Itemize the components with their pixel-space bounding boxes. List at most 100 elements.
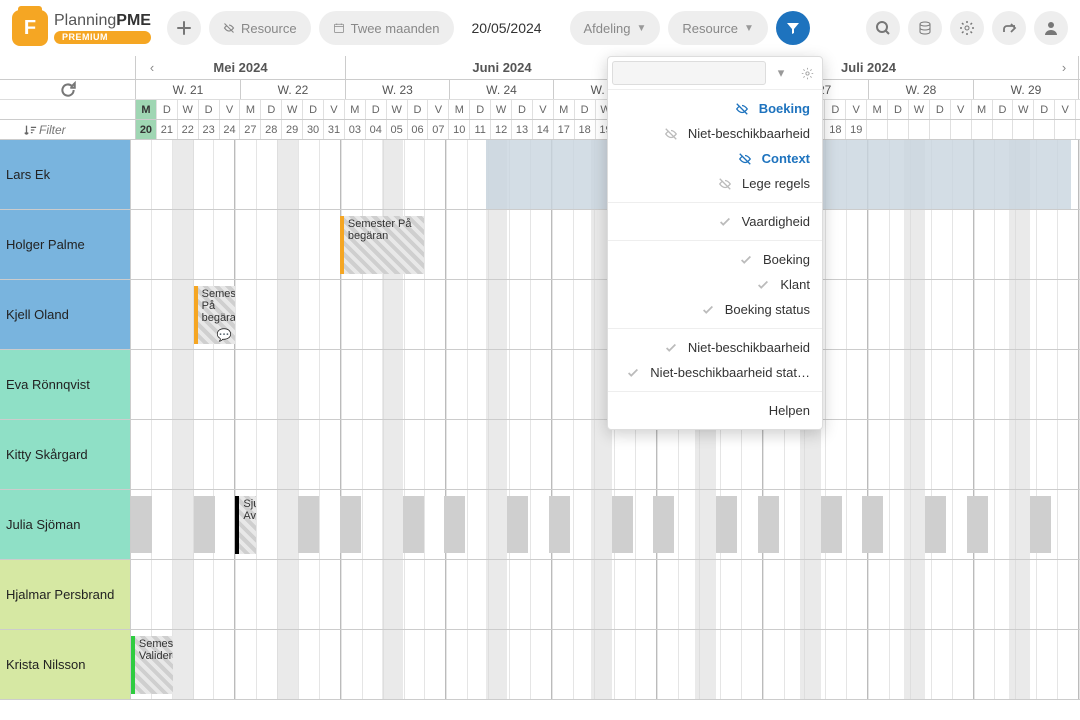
resource2-dropdown[interactable]: Resource ▼: [668, 11, 768, 45]
funnel-icon: [785, 20, 801, 36]
day-letter: D: [930, 100, 951, 119]
resource-label[interactable]: Holger Palme: [0, 210, 131, 279]
sort-icon[interactable]: [21, 121, 39, 139]
booking-event[interactable]: Semester På begäran: [340, 216, 424, 274]
day-letter: W: [178, 100, 199, 119]
date-number: 18: [825, 120, 846, 139]
day-letter: M: [449, 100, 470, 119]
resource2-label: Resource: [682, 21, 738, 36]
day-letter: M: [240, 100, 261, 119]
day-letter: V: [428, 100, 449, 119]
filter-option[interactable]: Helpen: [608, 398, 822, 423]
check-icon: [664, 341, 680, 355]
check-icon: [626, 366, 642, 380]
date-number: [909, 120, 930, 139]
filter-option[interactable]: Niet-beschikbaarheid: [608, 121, 822, 146]
date-number: [1034, 120, 1055, 139]
resource-label[interactable]: Hjalmar Persbrand: [0, 560, 131, 629]
date-number: 21: [157, 120, 178, 139]
week-header: W. 29: [974, 80, 1079, 99]
eye-off-icon: [223, 22, 235, 34]
user-button[interactable]: [1034, 11, 1068, 45]
day-letter: V: [220, 100, 241, 119]
day-letter: V: [324, 100, 345, 119]
booking-event[interactable]: Semester På begäran💬: [194, 286, 236, 344]
search-button[interactable]: [866, 11, 900, 45]
date-number: 18: [575, 120, 596, 139]
data-button[interactable]: [908, 11, 942, 45]
date-number: 13: [512, 120, 533, 139]
resource-label[interactable]: Julia Sjöman: [0, 490, 131, 559]
popover-chevron-down-icon[interactable]: ▾: [770, 62, 792, 84]
logo: F PlanningPME PREMIUM: [12, 10, 151, 46]
resource-row: Lars Ek: [0, 140, 1080, 210]
week-header: W. 22: [241, 80, 346, 99]
schedule-grid[interactable]: Lars EkHolger Palme Semester På begäran Kj…: [0, 140, 1080, 700]
check-icon: [756, 278, 772, 292]
share-button[interactable]: [992, 11, 1026, 45]
day-letter: D: [512, 100, 533, 119]
date-input[interactable]: [462, 11, 562, 45]
afdeling-label: Afdeling: [584, 21, 631, 36]
popover-search-input[interactable]: [612, 61, 766, 85]
add-button[interactable]: [167, 11, 201, 45]
resource-row: Kjell Oland Semester På begäran💬: [0, 280, 1080, 350]
resource-row: Holger Palme Semester På begäran: [0, 210, 1080, 280]
eye-off-icon: [738, 152, 754, 166]
filter-option[interactable]: Boeking: [608, 96, 822, 121]
logo-title-bold: PME: [116, 12, 151, 29]
date-number: 07: [428, 120, 449, 139]
refresh-icon[interactable]: [59, 81, 77, 99]
date-number: [951, 120, 972, 139]
date-number: 06: [408, 120, 429, 139]
filter-option[interactable]: Klant: [608, 272, 822, 297]
day-letter: W: [1013, 100, 1034, 119]
filter-option[interactable]: Niet-beschikbaarheid stat…: [608, 360, 822, 385]
day-letter: D: [888, 100, 909, 119]
day-letter: V: [533, 100, 554, 119]
date-number: [930, 120, 951, 139]
settings-button[interactable]: [950, 11, 984, 45]
filter-option[interactable]: Niet-beschikbaarheid: [608, 335, 822, 360]
day-letter: W: [909, 100, 930, 119]
afdeling-dropdown[interactable]: Afdeling ▼: [570, 11, 661, 45]
date-number: 14: [533, 120, 554, 139]
day-letter: M: [554, 100, 575, 119]
date-number: 27: [240, 120, 261, 139]
filter-button[interactable]: [776, 11, 810, 45]
resource-label[interactable]: Eva Rönnqvist: [0, 350, 131, 419]
date-number: 03: [345, 120, 366, 139]
filter-option[interactable]: Lege regels: [608, 171, 822, 196]
chevron-down-icon: ▼: [636, 23, 646, 34]
resource-label[interactable]: Krista Nilsson: [0, 630, 131, 699]
filter-option-label: Niet-beschikbaarheid: [688, 126, 810, 141]
resource-label[interactable]: Lars Ek: [0, 140, 131, 209]
period-dropdown[interactable]: Twee maanden: [319, 11, 454, 45]
filter-popover: ▾ Boeking Niet-beschikbaarheid ContextLege…: [607, 56, 823, 430]
filter-option-label: Boeking: [763, 252, 810, 267]
filter-option[interactable]: Context: [608, 146, 822, 171]
logo-title-light: Planning: [54, 12, 116, 29]
resource-label[interactable]: Kitty Skårgard: [0, 420, 131, 489]
filter-option[interactable]: Boeking status: [608, 297, 822, 322]
booking-event[interactable]: Sjukdom Avvisad: [235, 496, 256, 554]
day-letter: D: [575, 100, 596, 119]
resource-label[interactable]: Kjell Oland: [0, 280, 131, 349]
resource-dropdown[interactable]: Resource: [209, 11, 311, 45]
day-letter: D: [408, 100, 429, 119]
filter-option[interactable]: Vaardigheid: [608, 209, 822, 234]
filter-option[interactable]: Boeking: [608, 247, 822, 272]
booking-event[interactable]: Semester Validerad: [131, 636, 173, 694]
date-number: [867, 120, 888, 139]
month-header: Mei 2024: [136, 56, 346, 79]
period-label: Twee maanden: [351, 21, 440, 36]
day-letter: W: [387, 100, 408, 119]
day-letters-row: MDWDVMDWDVMDWDVMDWDVMDWDVMDWDVMDWDVMDWDV…: [0, 100, 1080, 120]
filter-option-label: Niet-beschikbaarheid: [688, 340, 810, 355]
eye-off-icon: [735, 102, 751, 116]
day-letter: V: [951, 100, 972, 119]
day-letter: W: [282, 100, 303, 119]
day-letter: D: [825, 100, 846, 119]
popover-gear-icon[interactable]: [796, 62, 818, 84]
filter-input[interactable]: [39, 123, 129, 137]
